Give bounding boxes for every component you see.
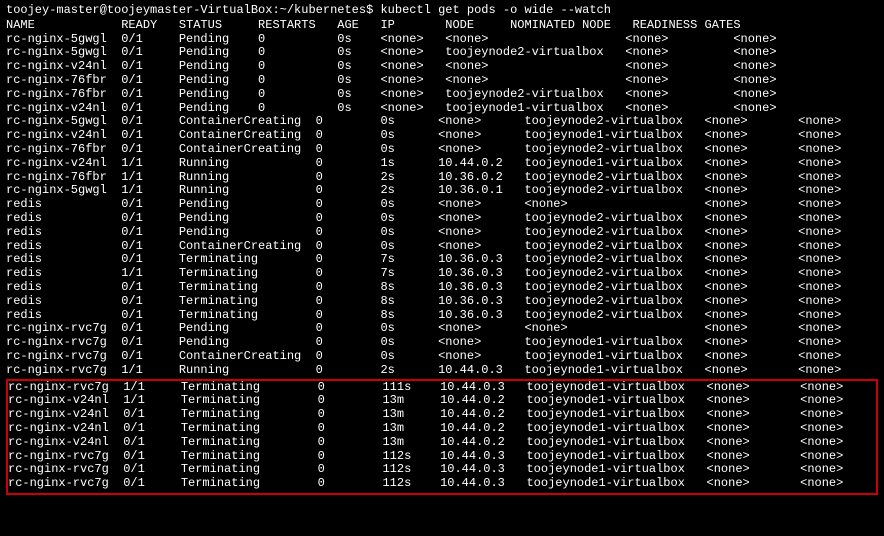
table-row: rc-nginx-5gwgl 0/1 ContainerCreating 0 0…	[6, 115, 878, 129]
table-row: rc-nginx-v24nl 0/1 Terminating 0 13m 10.…	[8, 422, 876, 436]
table-row: rc-nginx-rvc7g 0/1 Terminating 0 112s 10…	[8, 477, 876, 491]
table-row: redis 0/1 Terminating 0 8s 10.36.0.3 too…	[6, 309, 878, 323]
table-row: redis 0/1 Terminating 0 8s 10.36.0.3 too…	[6, 295, 878, 309]
table-row: rc-nginx-76fbr 0/1 Pending 0 0s <none> t…	[6, 88, 878, 102]
table-row: rc-nginx-76fbr 0/1 Pending 0 0s <none> <…	[6, 74, 878, 88]
table-row: rc-nginx-5gwgl 0/1 Pending 0 0s <none> <…	[6, 33, 878, 47]
table-row: rc-nginx-rvc7g 1/1 Terminating 0 111s 10…	[8, 381, 876, 395]
table-row: rc-nginx-rvc7g 1/1 Running 0 2s 10.44.0.…	[6, 364, 878, 378]
table-header: NAME READY STATUS RESTARTS AGE IP NODE N…	[6, 19, 878, 33]
table-row: rc-nginx-v24nl 0/1 Pending 0 0s <none> <…	[6, 60, 878, 74]
table-row: rc-nginx-rvc7g 0/1 Terminating 0 112s 10…	[8, 463, 876, 477]
table-row: rc-nginx-5gwgl 0/1 Pending 0 0s <none> t…	[6, 46, 878, 60]
prompt-user-host: toojey-master@toojeymaster-VirtualBox	[6, 3, 272, 17]
prompt-path: ~/kubernetes	[280, 3, 366, 17]
table-row: rc-nginx-5gwgl 1/1 Running 0 2s 10.36.0.…	[6, 184, 878, 198]
table-row: rc-nginx-rvc7g 0/1 Pending 0 0s <none> <…	[6, 322, 878, 336]
table-row: redis 0/1 Pending 0 0s <none> toojeynode…	[6, 226, 878, 240]
table-row: rc-nginx-v24nl 0/1 Terminating 0 13m 10.…	[8, 436, 876, 450]
table-row: rc-nginx-v24nl 0/1 Pending 0 0s <none> t…	[6, 102, 878, 116]
highlight-box: rc-nginx-rvc7g 1/1 Terminating 0 111s 10…	[6, 379, 878, 495]
table-row: redis 0/1 Terminating 0 7s 10.36.0.3 too…	[6, 253, 878, 267]
table-row: rc-nginx-rvc7g 0/1 Pending 0 0s <none> t…	[6, 336, 878, 350]
table-row: rc-nginx-v24nl 0/1 Terminating 0 13m 10.…	[8, 408, 876, 422]
table-row: rc-nginx-v24nl 0/1 ContainerCreating 0 0…	[6, 129, 878, 143]
table-row: redis 0/1 Pending 0 0s <none> <none> <no…	[6, 198, 878, 212]
table-row: rc-nginx-v24nl 1/1 Running 0 1s 10.44.0.…	[6, 157, 878, 171]
table-row: redis 0/1 Pending 0 0s <none> toojeynode…	[6, 212, 878, 226]
table-row: redis 1/1 Terminating 0 7s 10.36.0.3 too…	[6, 267, 878, 281]
rows-top: rc-nginx-5gwgl 0/1 Pending 0 0s <none> <…	[6, 33, 878, 116]
table-row: rc-nginx-v24nl 1/1 Terminating 0 13m 10.…	[8, 394, 876, 408]
table-row: rc-nginx-rvc7g 0/1 ContainerCreating 0 0…	[6, 350, 878, 364]
table-row: rc-nginx-rvc7g 0/1 Terminating 0 112s 10…	[8, 450, 876, 464]
rows-boxed: rc-nginx-rvc7g 1/1 Terminating 0 111s 10…	[8, 381, 876, 491]
rows-mid: rc-nginx-5gwgl 0/1 ContainerCreating 0 0…	[6, 115, 878, 377]
prompt-command: kubectl get pods -o wide --watch	[380, 3, 610, 17]
table-row: rc-nginx-76fbr 0/1 ContainerCreating 0 0…	[6, 143, 878, 157]
table-row: rc-nginx-76fbr 1/1 Running 0 2s 10.36.0.…	[6, 171, 878, 185]
terminal-prompt[interactable]: toojey-master@toojeymaster-VirtualBox:~/…	[6, 4, 878, 18]
table-row: redis 0/1 ContainerCreating 0 0s <none> …	[6, 240, 878, 254]
table-row: redis 0/1 Terminating 0 8s 10.36.0.3 too…	[6, 281, 878, 295]
